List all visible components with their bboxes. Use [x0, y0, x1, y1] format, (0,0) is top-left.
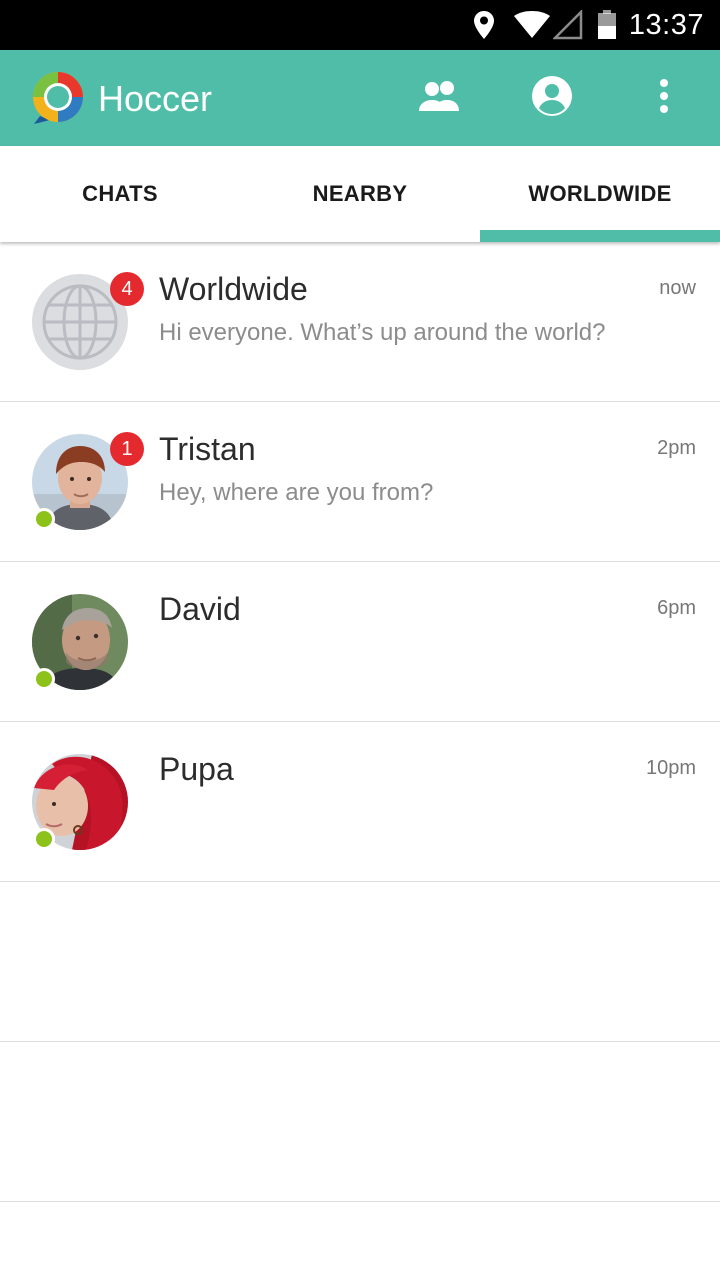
- tab-chats[interactable]: CHATS: [0, 146, 240, 242]
- tab-nearby[interactable]: NEARBY: [240, 146, 480, 242]
- chat-row-pupa[interactable]: Pupa 10pm: [0, 722, 720, 882]
- unread-badge: 1: [110, 432, 144, 466]
- empty-row: [0, 1042, 720, 1202]
- tab-indicator: [480, 230, 720, 242]
- overflow-menu-icon: [659, 78, 669, 118]
- status-icons: 13:37: [473, 0, 704, 50]
- status-bar: 13:37: [0, 0, 720, 50]
- chat-row-tristan[interactable]: 1 Tristan Hey, where are you from? 2pm: [0, 402, 720, 562]
- wifi-icon: [513, 11, 551, 39]
- chat-row-david[interactable]: David 6pm: [0, 562, 720, 722]
- profile-icon: [531, 75, 573, 122]
- contacts-button[interactable]: [416, 74, 464, 122]
- chat-preview: Hey, where are you from?: [159, 479, 434, 506]
- status-time: 13:37: [628, 8, 704, 41]
- hoccer-logo: [30, 70, 86, 126]
- online-indicator: [33, 668, 55, 690]
- chat-name: Pupa: [159, 751, 234, 787]
- online-indicator: [33, 828, 55, 850]
- chat-row-worldwide[interactable]: 4 Worldwide Hi everyone. What’s up aroun…: [0, 242, 720, 402]
- chat-name: David: [159, 591, 241, 627]
- unread-badge: 4: [110, 272, 144, 306]
- chat-time: 6pm: [657, 597, 696, 619]
- online-indicator: [33, 508, 55, 530]
- app-title: Hoccer: [98, 78, 213, 119]
- chat-time: now: [659, 277, 696, 299]
- app-bar: Hoccer: [0, 50, 720, 146]
- chat-name: Worldwide: [159, 271, 308, 307]
- chat-time: 2pm: [657, 437, 696, 459]
- chat-name: Tristan: [159, 431, 256, 467]
- tab-bar: CHATS NEARBY WORLDWIDE: [0, 146, 720, 242]
- signal-icon: [552, 10, 583, 40]
- location-icon: [473, 10, 495, 40]
- chat-list: 4 Worldwide Hi everyone. What’s up aroun…: [0, 242, 720, 1202]
- chat-preview: Hi everyone. What’s up around the world?: [159, 319, 606, 346]
- empty-row: [0, 882, 720, 1042]
- overflow-menu-button[interactable]: [640, 74, 688, 122]
- battery-icon: [597, 10, 617, 40]
- profile-button[interactable]: [528, 74, 576, 122]
- contacts-icon: [417, 80, 463, 117]
- chat-time: 10pm: [645, 757, 696, 779]
- tab-worldwide[interactable]: WORLDWIDE: [480, 146, 720, 242]
